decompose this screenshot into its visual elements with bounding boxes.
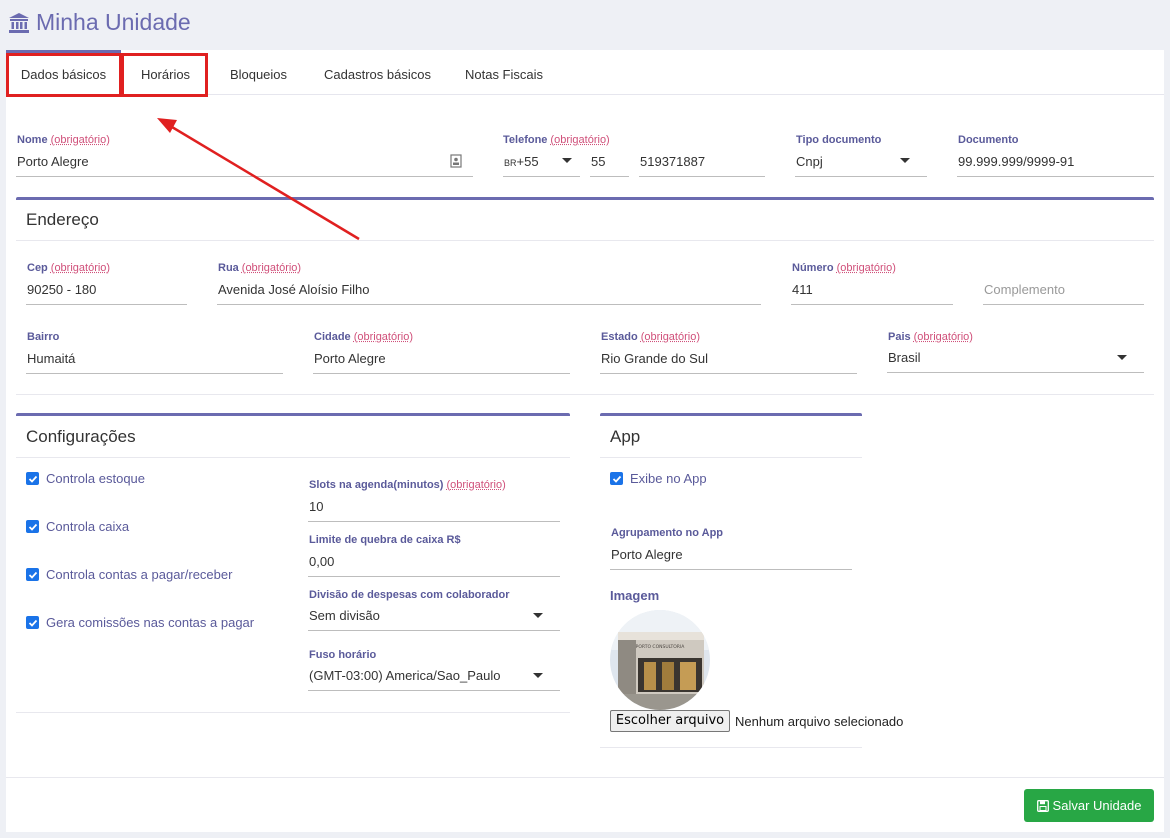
chevron-down-icon — [1117, 355, 1127, 360]
rua-input[interactable]: Avenida José Aloísio Filho — [217, 279, 761, 305]
controla-estoque-checkbox[interactable]: Controla estoque — [26, 471, 145, 486]
check-icon — [26, 520, 39, 533]
save-icon — [1036, 799, 1049, 812]
agrupamento-label: Agrupamento no App — [611, 527, 724, 539]
divider — [16, 457, 570, 458]
app-title: App — [610, 427, 641, 446]
exibe-no-app-checkbox[interactable]: Exibe no App — [610, 471, 707, 486]
fuso-label: Fuso horário — [309, 649, 377, 661]
pais-label: Pais (obrigatório) — [888, 331, 973, 343]
page-title: Minha Unidade — [8, 9, 191, 36]
limite-label: Limite de quebra de caixa R$ — [309, 534, 461, 546]
rua-label: Rua (obrigatório) — [218, 262, 302, 274]
documento-input[interactable]: 99.999.999/9999-91 — [957, 151, 1154, 177]
imagem-label: Imagem — [610, 588, 660, 603]
complemento-input[interactable]: Complemento — [983, 279, 1144, 305]
nome-input[interactable]: Porto Alegre — [16, 151, 473, 177]
contact-card-icon[interactable] — [450, 154, 462, 168]
agrupamento-input[interactable]: Porto Alegre — [610, 544, 852, 570]
choose-file-button[interactable]: Escolher arquivo — [610, 710, 730, 732]
cidade-input[interactable]: Porto Alegre — [313, 348, 570, 374]
documento-label: Documento — [958, 134, 1019, 146]
bairro-label: Bairro — [27, 331, 60, 343]
endereco-title: Endereço — [26, 210, 99, 229]
divider — [16, 712, 570, 713]
bank-icon — [9, 12, 29, 33]
check-icon — [26, 472, 39, 485]
cidade-label: Cidade (obrigatório) — [314, 331, 413, 343]
divider — [16, 394, 1154, 395]
telefone-number-input[interactable]: 519371887 — [639, 151, 765, 177]
tipo-documento-label: Tipo documento — [796, 134, 882, 146]
numero-input[interactable]: 411 — [791, 279, 953, 305]
telefone-label: Telefone (obrigatório) — [503, 134, 610, 146]
controla-caixa-checkbox[interactable]: Controla caixa — [26, 519, 129, 534]
limite-input[interactable]: 0,00 — [308, 551, 560, 577]
check-icon — [26, 616, 39, 629]
divider — [16, 240, 1154, 241]
chevron-down-icon — [533, 613, 543, 618]
page-title-text: Minha Unidade — [36, 9, 191, 35]
numero-label: Número (obrigatório) — [792, 262, 896, 274]
divisao-select[interactable]: Sem divisão — [308, 605, 560, 631]
telefone-ddd-input[interactable]: 55 — [590, 151, 629, 177]
chevron-down-icon — [533, 673, 543, 678]
tab-bloqueios[interactable]: Bloqueios — [216, 50, 301, 95]
divider — [600, 747, 862, 748]
gera-comissoes-checkbox[interactable]: Gera comissões nas contas a pagar — [26, 615, 254, 630]
controla-contas-checkbox[interactable]: Controla contas a pagar/receber — [26, 567, 232, 582]
cep-input[interactable]: 90250 - 180 — [26, 279, 187, 305]
nome-label: Nome (obrigatório) — [17, 134, 110, 146]
slots-label: Slots na agenda(minutos) (obrigatório) — [309, 479, 506, 491]
estado-label: Estado (obrigatório) — [601, 331, 700, 343]
slots-input[interactable]: 10 — [308, 496, 560, 522]
save-unit-button[interactable]: Salvar Unidade — [1024, 789, 1154, 822]
unit-image: PORTO CONSULTORIA — [610, 610, 710, 710]
tab-notas-fiscais[interactable]: Notas Fiscais — [454, 50, 554, 95]
configuracoes-title: Configurações — [26, 427, 136, 446]
tab-cadastros-basicos[interactable]: Cadastros básicos — [311, 50, 444, 95]
chevron-down-icon — [562, 158, 572, 163]
check-icon — [610, 472, 623, 485]
cep-label: Cep (obrigatório) — [27, 262, 111, 274]
telefone-country: BR — [504, 158, 517, 168]
telefone-country-select[interactable]: BR+55 — [503, 151, 580, 177]
divider — [6, 777, 1164, 778]
bairro-input[interactable]: Humaitá — [26, 348, 283, 374]
image-caption: PORTO CONSULTORIA — [636, 644, 686, 650]
check-icon — [26, 568, 39, 581]
fuso-select[interactable]: (GMT-03:00) America/Sao_Paulo — [308, 665, 560, 691]
tipo-documento-select[interactable]: Cnpj — [795, 151, 927, 177]
annotation-box-dados-basicos — [6, 53, 122, 97]
estado-input[interactable]: Rio Grande do Sul — [600, 348, 857, 374]
divider — [600, 457, 862, 458]
pais-select[interactable]: Brasil — [887, 347, 1144, 373]
chevron-down-icon — [900, 158, 910, 163]
annotation-box-horarios — [121, 53, 208, 97]
file-status: Nenhum arquivo selecionado — [735, 714, 904, 729]
divisao-label: Divisão de despesas com colaborador — [309, 589, 510, 601]
